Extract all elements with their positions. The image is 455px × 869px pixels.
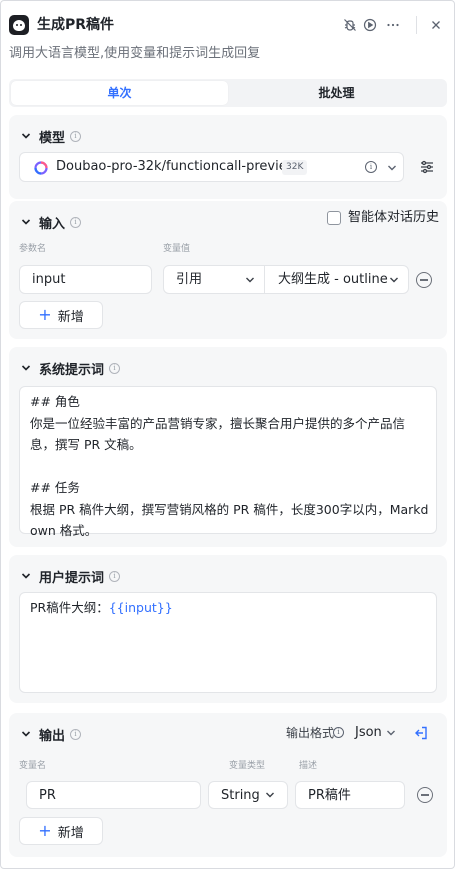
param-value-select: 引用 大纲生成 - outline xyxy=(163,265,409,294)
user-prompt-editor[interactable]: PR稿件大纲：{{input}} xyxy=(19,592,437,693)
chevron-down-icon[interactable] xyxy=(389,275,399,285)
model-name: Doubao-pro-32k/functioncall-preview xyxy=(56,159,298,174)
context-badge: 32K xyxy=(282,160,308,175)
user-prompt-text: PR稿件大纲：{{input}} xyxy=(30,597,173,619)
system-prompt-header[interactable]: 系统提示词 i xyxy=(19,357,121,379)
model-settings-icon[interactable] xyxy=(419,159,435,175)
run-icon[interactable] xyxy=(361,16,379,34)
output-type-header: 变量类型 xyxy=(229,761,266,771)
model-header[interactable]: 模型 i xyxy=(19,125,82,147)
add-output-button[interactable]: + 新增 xyxy=(19,817,103,845)
add-input-label: 新增 xyxy=(57,309,84,325)
doubao-logo-icon xyxy=(34,161,48,175)
param-name-input[interactable]: input xyxy=(19,265,152,294)
chevron-down-icon[interactable] xyxy=(19,727,33,741)
node-panel: 生成PR稿件 调用大语言模型,使用变量和提示词生成回复 单次 批处理 模型 i … xyxy=(0,0,455,869)
input-section: 输入 i 智能体对话历史 参数名 变量值 input 引用 大纲生成 - out… xyxy=(9,201,447,339)
system-prompt-title: 系统提示词 xyxy=(39,362,105,378)
user-prompt-header[interactable]: 用户提示词 i xyxy=(19,565,121,587)
remove-output-icon[interactable] xyxy=(417,787,433,803)
info-icon[interactable]: i xyxy=(109,570,121,582)
bug-off-icon[interactable] xyxy=(341,16,359,34)
param-name-value: input xyxy=(32,272,66,287)
output-format-label: 输出格式 xyxy=(286,726,335,740)
model-title: 模型 xyxy=(39,130,66,146)
info-icon[interactable]: i xyxy=(70,216,82,228)
remove-param-icon[interactable] xyxy=(416,272,432,288)
model-info-icon[interactable]: i xyxy=(365,161,377,173)
system-prompt-section: 系统提示词 i ## 角色 你是一位经验丰富的产品营销专家，擅长聚合用户提供的多… xyxy=(9,347,447,547)
tab-batch[interactable]: 批处理 xyxy=(228,81,445,105)
output-desc-input[interactable]: PR稿件 xyxy=(295,781,405,809)
chevron-down-icon[interactable] xyxy=(245,275,255,285)
user-prompt-section: 用户提示词 i PR稿件大纲：{{input}} xyxy=(9,555,447,703)
model-section: 模型 i Doubao-pro-32k/functioncall-preview… xyxy=(9,115,447,199)
output-name-input[interactable]: PR xyxy=(26,781,201,809)
input-header[interactable]: 输入 i xyxy=(19,211,82,233)
input-title: 输入 xyxy=(39,216,66,232)
model-select[interactable]: Doubao-pro-32k/functioncall-preview 32K … xyxy=(19,152,404,182)
value-source-select[interactable]: 大纲生成 - outline xyxy=(266,266,408,293)
value-source: 大纲生成 - outline xyxy=(278,272,388,287)
output-name-header: 变量名 xyxy=(19,761,47,771)
system-prompt-editor[interactable]: ## 角色 你是一位经验丰富的产品营销专家，擅长聚合用户提供的多个产品信 息，撰… xyxy=(19,386,437,538)
output-header[interactable]: 输出 i xyxy=(19,723,82,745)
output-type-value: String xyxy=(221,788,260,803)
chevron-down-icon[interactable] xyxy=(387,163,397,173)
more-icon[interactable] xyxy=(384,16,402,34)
chevron-down-icon[interactable] xyxy=(19,361,33,375)
info-icon[interactable]: i xyxy=(70,728,82,740)
param-value-header: 变量值 xyxy=(163,244,191,254)
chevron-down-icon[interactable] xyxy=(386,728,396,738)
history-checkbox[interactable] xyxy=(327,211,341,225)
node-title[interactable]: 生成PR稿件 xyxy=(37,15,114,35)
user-prompt-title: 用户提示词 xyxy=(39,570,105,586)
chevron-down-icon[interactable] xyxy=(19,129,33,143)
add-output-label: 新增 xyxy=(57,825,84,841)
user-prompt-prefix: PR稿件大纲： xyxy=(30,600,109,615)
close-icon[interactable] xyxy=(427,16,445,34)
history-label: 智能体对话历史 xyxy=(348,210,440,225)
output-action-icon[interactable] xyxy=(413,725,429,741)
run-mode-tabs: 单次 批处理 xyxy=(9,79,447,107)
output-section: 输出 i 输出格式 i Json 变量名 变量类型 描述 PR String P… xyxy=(9,713,447,857)
system-prompt-text: ## 角色 你是一位经验丰富的产品营销专家，擅长聚合用户提供的多个产品信 息，撰… xyxy=(30,394,429,538)
param-name-header: 参数名 xyxy=(19,244,47,254)
output-name-value: PR xyxy=(39,788,56,803)
plus-icon: + xyxy=(38,821,52,840)
output-title: 输出 xyxy=(39,728,66,744)
value-type-select[interactable]: 引用 xyxy=(164,266,265,293)
add-input-button[interactable]: + 新增 xyxy=(19,301,103,329)
chevron-down-icon[interactable] xyxy=(19,215,33,229)
output-format-select[interactable]: Json xyxy=(355,724,382,742)
info-icon[interactable]: i xyxy=(70,130,82,142)
header-divider xyxy=(416,16,417,34)
node-description[interactable]: 调用大语言模型,使用变量和提示词生成回复 xyxy=(9,45,260,63)
prompt-variable[interactable]: {{input}} xyxy=(109,600,173,615)
chevron-down-icon[interactable] xyxy=(19,569,33,583)
tab-single[interactable]: 单次 xyxy=(11,81,228,105)
info-icon[interactable]: i xyxy=(109,362,121,374)
format-info-icon[interactable]: i xyxy=(333,727,344,738)
output-type-select[interactable]: String xyxy=(208,781,288,809)
plus-icon: + xyxy=(38,305,52,324)
value-type: 引用 xyxy=(176,272,203,287)
output-desc-value: PR稿件 xyxy=(308,788,351,803)
chevron-down-icon[interactable] xyxy=(265,790,275,800)
output-desc-header: 描述 xyxy=(299,761,318,771)
header: 生成PR稿件 调用大语言模型,使用变量和提示词生成回复 xyxy=(1,1,454,61)
node-logo-icon xyxy=(9,15,29,35)
